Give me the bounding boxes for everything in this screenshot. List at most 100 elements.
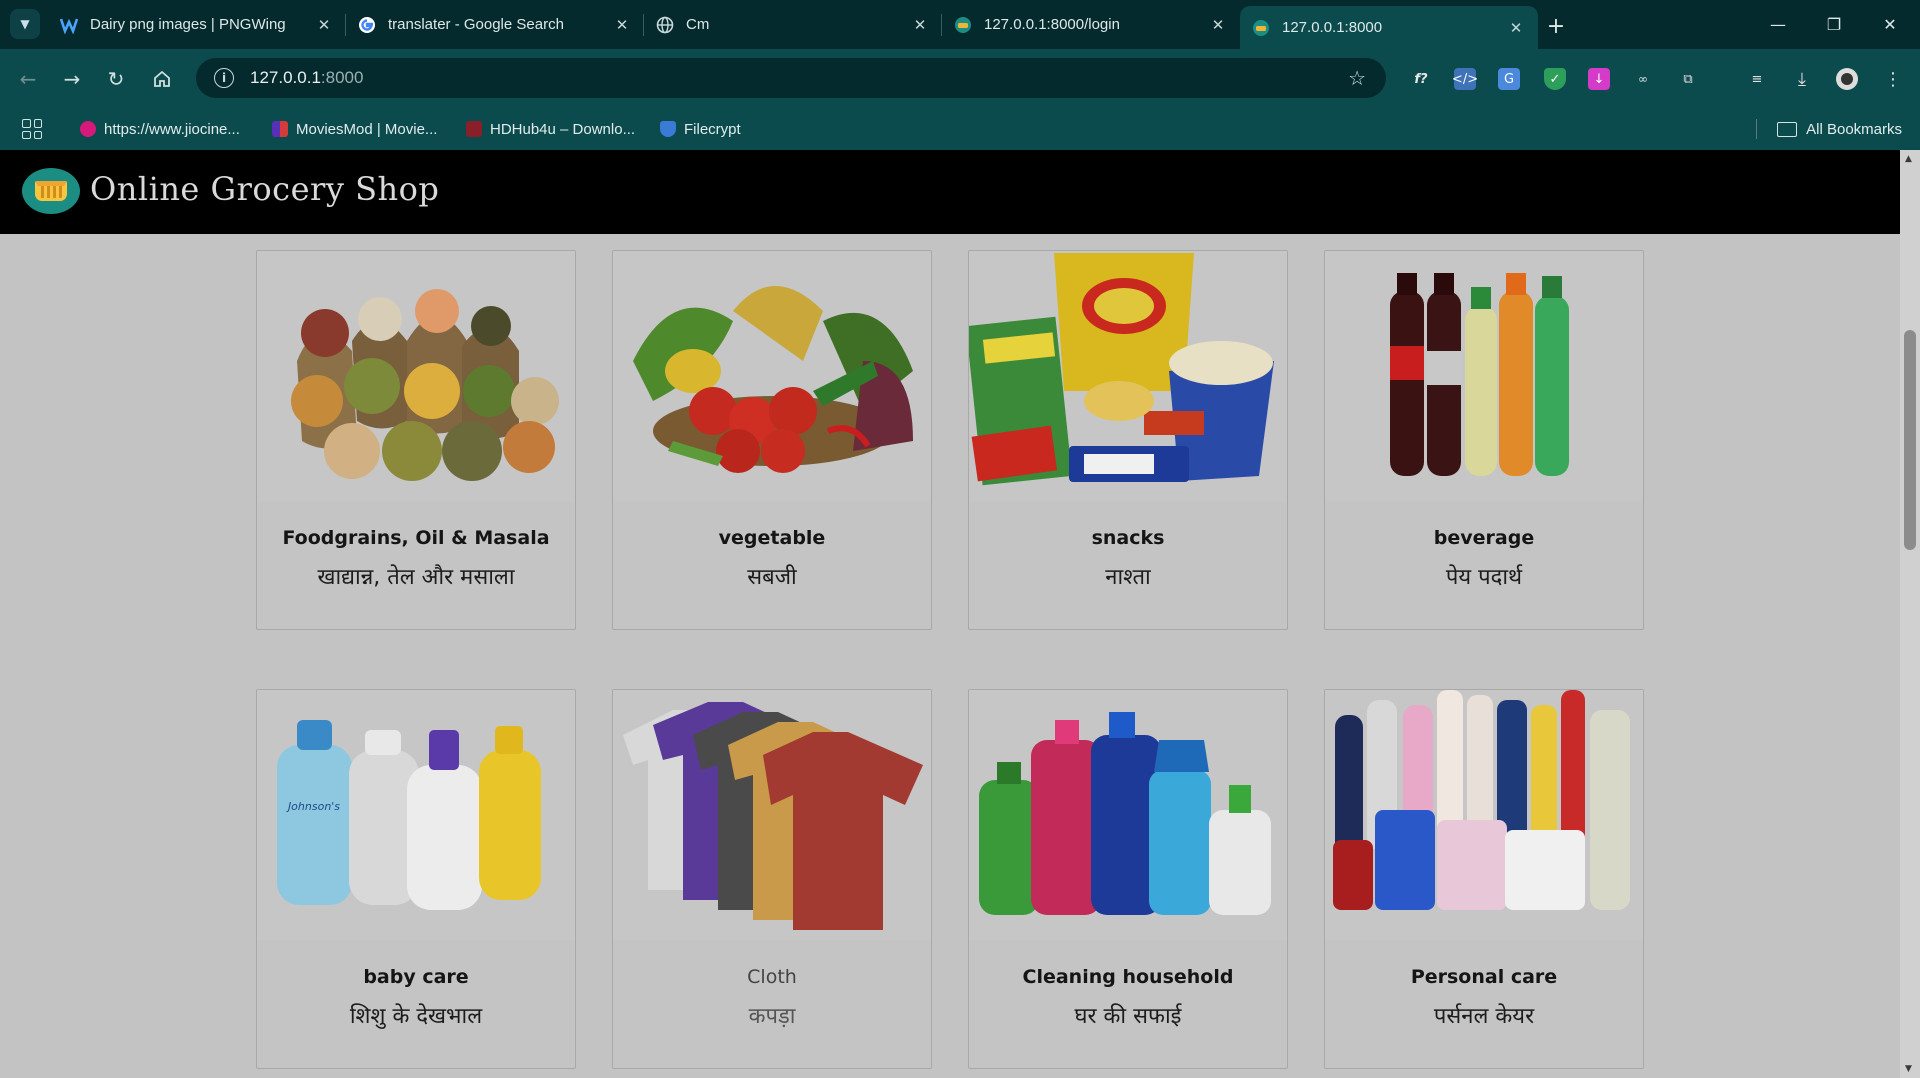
site-title[interactable]: Online Grocery Shop (90, 170, 439, 208)
close-icon[interactable]: ✕ (314, 15, 334, 35)
site-header: Online Grocery Shop (0, 150, 1900, 234)
tab-search-button[interactable]: ▼ (10, 9, 40, 39)
bookmark-star-icon[interactable]: ☆ (1348, 66, 1366, 90)
page-viewport: Online Grocery Shop Foodgrains, Oil & Ma… (0, 150, 1900, 1078)
jiocinema-icon (80, 121, 96, 137)
puzzle-extensions-icon[interactable]: ⧉ (1677, 68, 1699, 90)
home-icon (154, 70, 170, 87)
plus-icon: + (1546, 13, 1566, 39)
foodgrains-image[interactable] (257, 251, 575, 501)
grocery-favicon (1252, 19, 1270, 37)
apps-grid-icon[interactable] (22, 119, 42, 139)
tab-strip: ▼ Dairy png images | PNGWing ✕ translate… (0, 0, 1920, 49)
tab-title: 127.0.0.1:8000 (1282, 19, 1383, 36)
close-icon: ✕ (1883, 15, 1897, 34)
tab-pngwing[interactable]: Dairy png images | PNGWing ✕ (48, 0, 346, 49)
category-card-baby-care[interactable]: Johnson's baby care शिशु के देखभाल (256, 689, 576, 1069)
bookmark-label: HDHub4u – Downlo... (490, 120, 636, 138)
category-name: Cleaning household (1022, 966, 1234, 988)
pngwing-icon (60, 16, 78, 34)
restore-button[interactable]: ❐ (1806, 0, 1862, 49)
basket-logo-icon[interactable] (22, 168, 80, 214)
cloth-image[interactable] (613, 690, 931, 940)
category-name-hindi: कपड़ा (748, 1004, 796, 1029)
close-icon[interactable]: ✕ (1506, 18, 1526, 38)
page-scrollbar[interactable]: ▲ ▼ (1900, 150, 1920, 1078)
beverage-image[interactable] (1325, 251, 1643, 501)
cleaning-image[interactable] (969, 690, 1287, 940)
close-icon[interactable]: ✕ (1208, 15, 1228, 35)
bookmark-moviesmod[interactable]: MoviesMod | Movie... (272, 108, 437, 150)
menu-icon[interactable]: ⋮ (1882, 68, 1904, 90)
category-name: Cloth (747, 966, 797, 988)
category-name-hindi: नाश्ता (1105, 565, 1151, 590)
scroll-up-icon[interactable]: ▲ (1905, 154, 1912, 164)
category-card-cleaning[interactable]: Cleaning household घर की सफाई (968, 689, 1288, 1069)
downloads-icon[interactable]: ⤓ (1791, 68, 1813, 90)
bookmark-hdhub4u[interactable]: HDHub4u – Downlo... (466, 108, 635, 150)
close-icon[interactable]: ✕ (612, 15, 632, 35)
category-card-beverage[interactable]: beverage पेय पदार्थ (1324, 250, 1644, 630)
category-name-hindi: पेय पदार्थ (1445, 565, 1523, 590)
url-text[interactable]: 127.0.0.1:8000 (250, 68, 363, 88)
address-bar[interactable]: i 127.0.0.1:8000 ☆ (196, 58, 1386, 98)
translate-extension-icon[interactable]: G (1498, 68, 1520, 90)
reload-icon: ↻ (107, 67, 125, 91)
code-extension-icon[interactable]: </> (1452, 68, 1478, 90)
close-icon[interactable]: ✕ (910, 15, 930, 35)
restore-icon: ❐ (1826, 15, 1842, 34)
category-name: Foodgrains, Oil & Masala (282, 527, 550, 549)
snacks-image[interactable] (969, 251, 1287, 501)
back-button[interactable]: ← (12, 63, 44, 95)
category-card-cloth[interactable]: Cloth कपड़ा (612, 689, 932, 1069)
profile-avatar[interactable] (1836, 68, 1858, 90)
chevron-down-icon: ▼ (20, 17, 30, 31)
category-card-snacks[interactable]: snacks नाश्ता (968, 250, 1288, 630)
bookmark-label: Filecrypt (684, 120, 741, 138)
site-info-icon[interactable]: i (214, 68, 234, 88)
category-name-hindi: पर्सनल केयर (1433, 1004, 1535, 1029)
tab-login[interactable]: 127.0.0.1:8000/login ✕ (942, 0, 1240, 49)
font-extension-icon[interactable]: f? (1410, 68, 1432, 90)
reading-mode-icon[interactable]: ∞ (1632, 68, 1654, 90)
tab-title: Cm (686, 16, 710, 33)
tab-title: Dairy png images | PNGWing (90, 16, 286, 33)
category-card-foodgrains[interactable]: Foodgrains, Oil & Masala खाद्यान्न, तेल … (256, 250, 576, 630)
scroll-down-icon[interactable]: ▼ (1905, 1064, 1912, 1074)
reload-button[interactable]: ↻ (100, 63, 132, 95)
google-icon (358, 16, 376, 34)
category-name-hindi: शिशु के देखभाल (349, 1004, 483, 1029)
grocery-favicon (954, 16, 972, 34)
baby-care-image[interactable]: Johnson's (257, 690, 575, 940)
category-card-personal-care[interactable]: Personal care पर्सनल केयर (1324, 689, 1644, 1069)
personal-care-image[interactable] (1325, 690, 1643, 940)
tab-home-active[interactable]: 127.0.0.1:8000 ✕ (1240, 6, 1538, 49)
all-bookmarks-button[interactable]: All Bookmarks (1777, 108, 1902, 150)
category-card-vegetable[interactable]: vegetable सबजी (612, 250, 932, 630)
category-name: beverage (1433, 527, 1535, 549)
all-bookmarks-label: All Bookmarks (1806, 120, 1902, 138)
download-extension-icon[interactable]: ↓ (1588, 68, 1610, 90)
bookmark-jiocinema[interactable]: https://www.jiocine... (80, 108, 240, 150)
forward-button[interactable]: → (56, 63, 88, 95)
home-button[interactable] (146, 63, 178, 95)
bookmark-label: https://www.jiocine... (104, 120, 240, 138)
shield-extension-icon[interactable]: ✓ (1544, 68, 1566, 90)
bookmark-filecrypt[interactable]: Filecrypt (660, 108, 741, 150)
minimize-button[interactable]: — (1750, 0, 1806, 49)
vegetable-image[interactable] (613, 251, 931, 501)
tab-title: translater - Google Search (388, 16, 564, 33)
media-controls-icon[interactable]: ≡ (1746, 68, 1768, 90)
close-window-button[interactable]: ✕ (1862, 0, 1918, 49)
scrollbar-thumb[interactable] (1904, 330, 1916, 550)
category-name: vegetable (718, 527, 826, 549)
tab-google-search[interactable]: translater - Google Search ✕ (346, 0, 644, 49)
moviesmod-icon (272, 121, 288, 137)
folder-icon (1777, 121, 1798, 137)
category-name-hindi: घर की सफाई (1074, 1004, 1182, 1029)
category-name-hindi: सबजी (747, 565, 797, 590)
arrow-right-icon: → (63, 67, 81, 91)
tab-cm[interactable]: Cm ✕ (644, 0, 942, 49)
new-tab-button[interactable]: + (1542, 12, 1570, 40)
category-name-hindi: खाद्यान्न, तेल और मसाला (317, 565, 515, 590)
